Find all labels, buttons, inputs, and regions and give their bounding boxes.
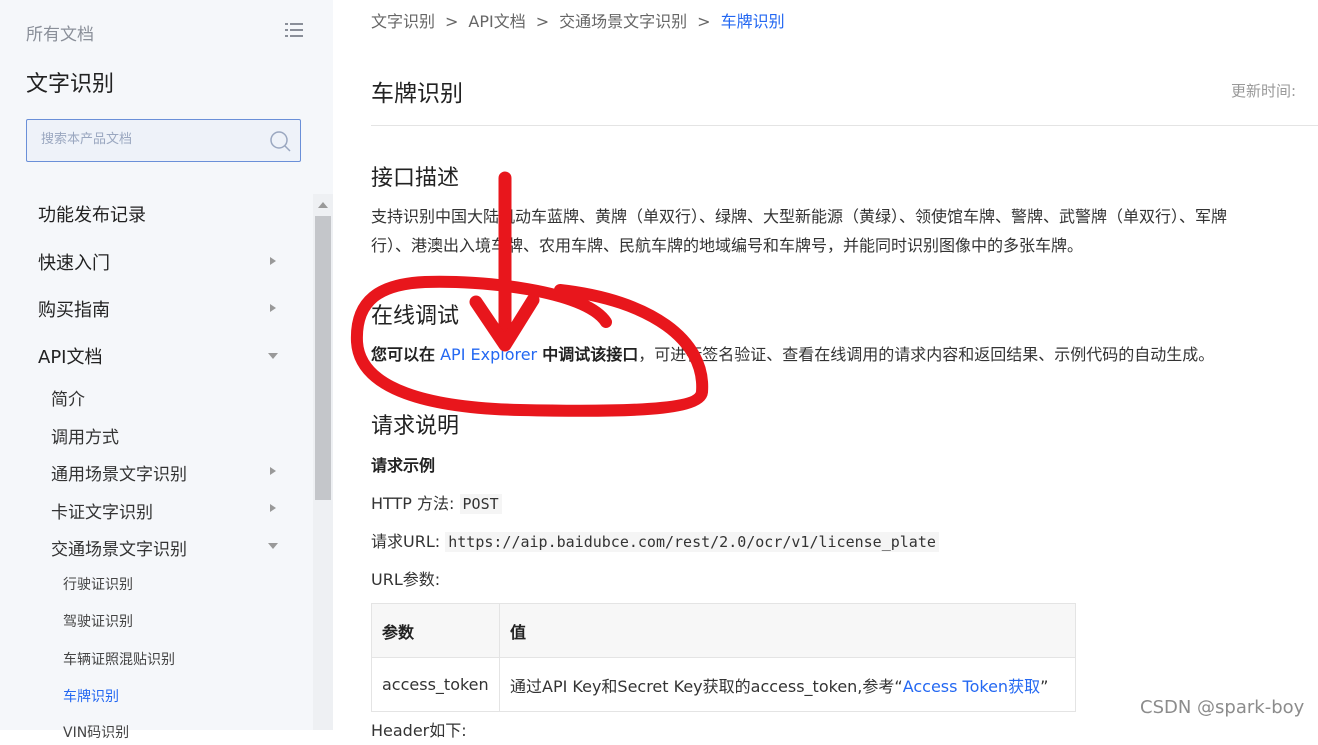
api-explorer-link[interactable]: API Explorer — [440, 345, 537, 364]
request-url-value: https://aip.baidubce.com/rest/2.0/ocr/v1… — [445, 532, 939, 552]
breadcrumb-separator: > — [535, 12, 550, 31]
sidebar-item-general-ocr[interactable]: 通用场景文字识别 — [51, 460, 187, 485]
search-box[interactable] — [26, 119, 301, 162]
url-params-label: URL参数: — [371, 570, 441, 589]
sidebar-item-driving-license[interactable]: 驾驶证识别 — [63, 611, 133, 631]
breadcrumb-current[interactable]: 车牌识别 — [721, 12, 785, 31]
online-rest: ，可进行签名验证、查看在线调用的请求内容和返回结果、示例代码的自动生成。 — [638, 345, 1215, 364]
param-value-cell: 通过API Key和Secret Key获取的access_token,参考“A… — [499, 657, 1076, 712]
breadcrumb-separator: > — [445, 12, 459, 31]
search-input[interactable] — [39, 131, 263, 148]
chevron-right-icon[interactable] — [270, 257, 276, 265]
scrollbar-thumb[interactable] — [315, 216, 331, 500]
online-mid: 中调试该接口 — [542, 345, 639, 364]
list-menu-icon[interactable] — [284, 20, 304, 40]
param-name-cell: access_token — [371, 657, 500, 712]
http-method-label: HTTP 方法: — [371, 494, 455, 513]
sidebar-item-license-plate[interactable]: 车牌识别 — [63, 686, 119, 706]
param-value-text: 通过API Key和Secret Key获取的access_token,参考“ — [510, 676, 903, 696]
http-method-value: POST — [459, 494, 502, 514]
table-row: access_token 通过API Key和Secret Key获取的acce… — [371, 657, 1076, 712]
breadcrumb: 文字识别 > API文档 > 交通场景文字识别 > 车牌识别 — [371, 8, 785, 32]
all-docs-link[interactable]: 所有文档 — [26, 20, 94, 45]
interface-description-line1: 支持识别中国大陆机动车蓝牌、黄牌（单双行）、绿牌、大型新能源（黄绿）、领使馆车牌… — [371, 207, 1228, 226]
breadcrumb-item[interactable]: 交通场景文字识别 — [559, 12, 687, 31]
request-url-line: 请求URL: https://aip.baidubce.com/rest/2.0… — [371, 527, 939, 557]
table-header-row: 参数 值 — [371, 603, 1076, 658]
http-method-line: HTTP 方法: POST — [371, 489, 502, 519]
chevron-right-icon[interactable] — [270, 304, 276, 312]
params-table: 参数 值 access_token 通过API Key和Secret Key获取… — [371, 603, 1076, 712]
breadcrumb-separator: > — [697, 12, 711, 31]
sidebar-item-vehicle-license[interactable]: 行驶证识别 — [63, 574, 133, 594]
updated-time-label: 更新时间: — [1231, 82, 1297, 100]
table-header-value: 值 — [499, 603, 1076, 658]
interface-description-line2: 行）、港澳出入境车牌、农用车牌、民航车牌的地域编号和车牌号，并能同时识别图像中的… — [371, 236, 1084, 255]
search-icon[interactable] — [269, 130, 291, 152]
param-value-suffix: ” — [1040, 676, 1049, 696]
scroll-up-arrow-icon[interactable] — [318, 202, 328, 208]
sidebar-item-card-ocr[interactable]: 卡证文字识别 — [51, 498, 153, 523]
sidebar-item-mixed-certificates[interactable]: 车辆证照混贴识别 — [63, 649, 175, 669]
section-heading-request: 请求说明 — [371, 414, 460, 439]
table-header-param: 参数 — [371, 603, 500, 658]
sidebar-scrollbar[interactable] — [313, 194, 333, 730]
page-title: 车牌识别 — [371, 81, 463, 107]
online-prefix: 您可以在 — [371, 345, 436, 364]
section-heading-interface: 接口描述 — [371, 166, 460, 191]
access-token-link[interactable]: Access Token获取 — [903, 677, 1040, 696]
sidebar-item-purchase-guide[interactable]: 购买指南 — [38, 296, 110, 322]
chevron-right-icon[interactable] — [270, 504, 276, 512]
watermark: CSDN @spark-boy — [1140, 697, 1305, 718]
chevron-down-icon[interactable] — [268, 353, 278, 359]
sidebar-item-call-method[interactable]: 调用方式 — [51, 423, 119, 448]
sidebar-item-quick-start[interactable]: 快速入门 — [38, 249, 110, 275]
request-example-heading: 请求示例 — [371, 456, 436, 475]
sidebar: 所有文档 文字识别 功能发布记录 快速入门 购买指南 API文档 简介 调用方式… — [0, 0, 333, 741]
header-label: Header如下: — [371, 721, 467, 740]
sidebar-item-release-notes[interactable]: 功能发布记录 — [38, 201, 146, 227]
sidebar-item-vin[interactable]: VIN码识别 — [63, 722, 129, 742]
section-heading-online-debug: 在线调试 — [371, 304, 460, 329]
sidebar-item-traffic-ocr[interactable]: 交通场景文字识别 — [51, 535, 187, 560]
breadcrumb-item[interactable]: 文字识别 — [371, 12, 435, 31]
sidebar-item-api-docs[interactable]: API文档 — [38, 343, 102, 369]
online-debug-text: 您可以在 API Explorer 中调试该接口，可进行签名验证、查看在线调用的… — [371, 340, 1214, 369]
product-title: 文字识别 — [26, 72, 115, 97]
breadcrumb-item[interactable]: API文档 — [468, 12, 525, 31]
chevron-down-icon[interactable] — [268, 543, 278, 549]
chevron-right-icon[interactable] — [270, 467, 276, 475]
main-content: 文字识别 > API文档 > 交通场景文字识别 > 车牌识别 车牌识别 更新时间: 接口描述… — [333, 0, 1318, 740]
divider — [371, 125, 1318, 126]
request-url-label: 请求URL: — [371, 532, 441, 551]
sidebar-item-intro[interactable]: 简介 — [51, 385, 85, 410]
